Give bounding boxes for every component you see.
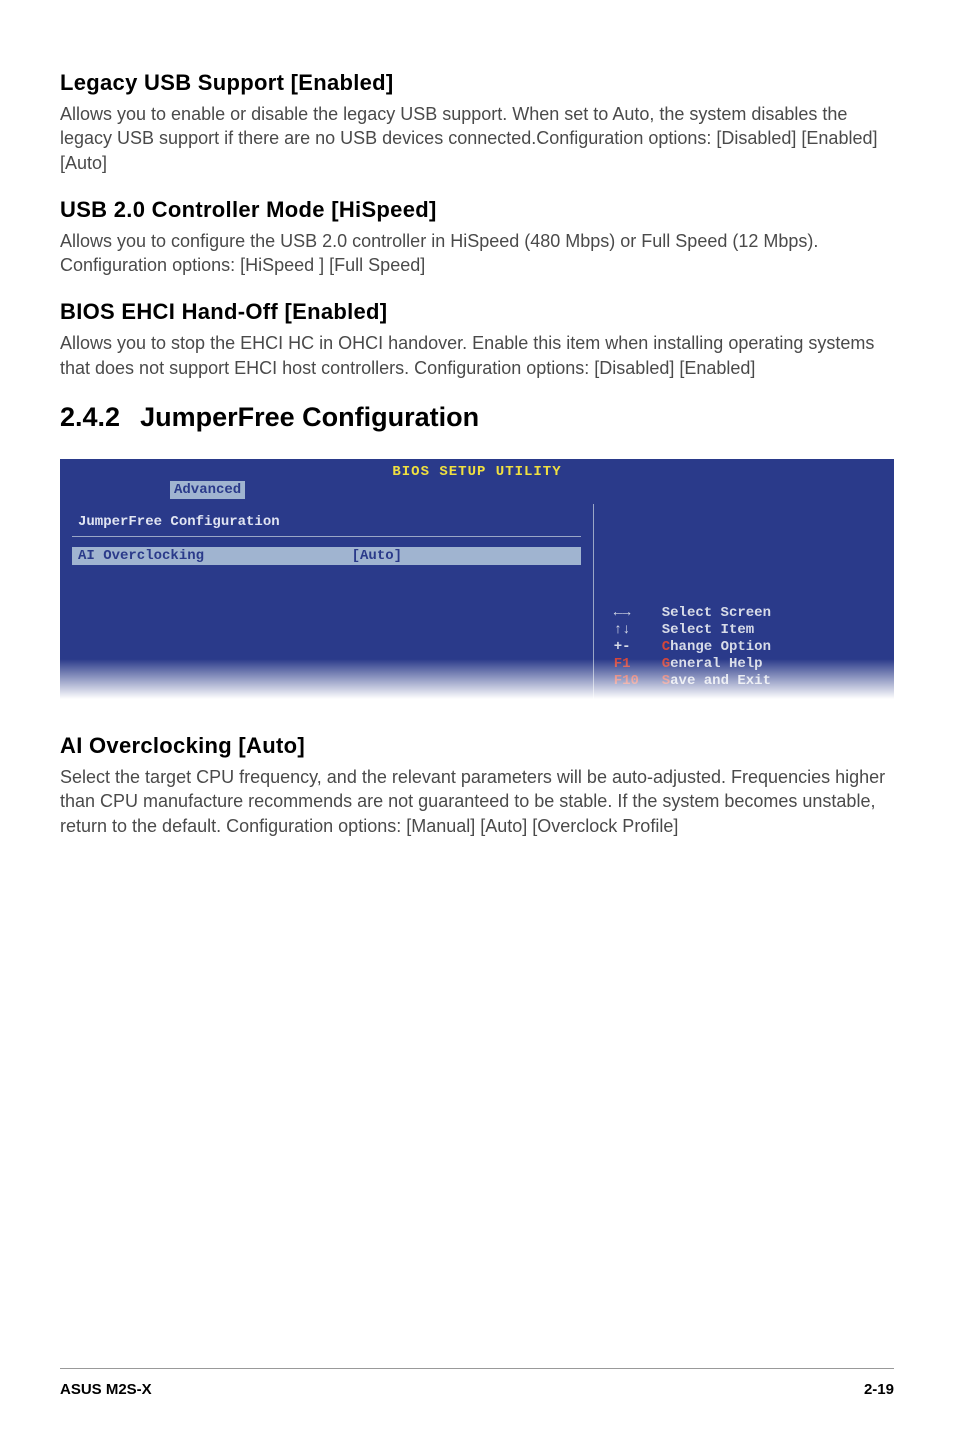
help-key: ←→: [614, 605, 662, 621]
heading-title: JumperFree Configuration: [140, 402, 479, 432]
help-key: F10: [614, 673, 662, 689]
bios-screenshot: BIOS SETUP UTILITY Advanced JumperFree C…: [60, 459, 894, 699]
heading-usb20-mode: USB 2.0 Controller Mode [HiSpeed]: [60, 197, 894, 223]
help-desc: Select Screen: [662, 605, 771, 621]
footer-left: ASUS M2S-X: [60, 1381, 152, 1398]
help-line: +- Change Option: [614, 639, 880, 655]
bios-left-panel: JumperFree Configuration AI Overclocking…: [60, 504, 594, 699]
body-usb20-mode: Allows you to configure the USB 2.0 cont…: [60, 229, 894, 278]
bios-help-panel: ←→ Select Screen ↑↓ Select Item +- Chang…: [594, 504, 894, 699]
heading-number: 2.4.2: [60, 402, 120, 432]
body-bios-ehci: Allows you to stop the EHCI HC in OHCI h…: [60, 331, 894, 380]
bios-title: BIOS SETUP UTILITY: [60, 459, 894, 482]
heading-legacy-usb: Legacy USB Support [Enabled]: [60, 70, 894, 96]
bios-selected-row: AI Overclocking [Auto]: [72, 547, 581, 565]
bios-tab-advanced: Advanced: [170, 481, 245, 499]
bios-panel-title: JumperFree Configuration: [78, 514, 581, 530]
body-legacy-usb: Allows you to enable or disable the lega…: [60, 102, 894, 175]
help-key: ↑↓: [614, 622, 662, 638]
help-desc: Change Option: [662, 639, 771, 655]
bios-row-label: AI Overclocking: [74, 548, 352, 564]
help-desc: General Help: [662, 656, 763, 672]
body-ai-overclocking: Select the target CPU frequency, and the…: [60, 765, 894, 838]
footer-right: 2-19: [864, 1381, 894, 1398]
help-desc: Select Item: [662, 622, 754, 638]
help-key: +-: [614, 639, 662, 655]
bios-divider: [72, 536, 581, 537]
help-line: ←→ Select Screen: [614, 605, 880, 621]
help-desc: Save and Exit: [662, 673, 771, 689]
bios-row-value: [Auto]: [352, 548, 579, 564]
help-line: ↑↓ Select Item: [614, 622, 880, 638]
page-footer: ASUS M2S-X 2-19: [60, 1368, 894, 1398]
help-line: F10 Save and Exit: [614, 673, 880, 689]
heading-jumperfree: 2.4.2 JumperFree Configuration: [60, 402, 894, 433]
heading-ai-overclocking: AI Overclocking [Auto]: [60, 733, 894, 759]
help-key: F1: [614, 656, 662, 672]
heading-bios-ehci: BIOS EHCI Hand-Off [Enabled]: [60, 299, 894, 325]
help-line: F1 General Help: [614, 656, 880, 672]
